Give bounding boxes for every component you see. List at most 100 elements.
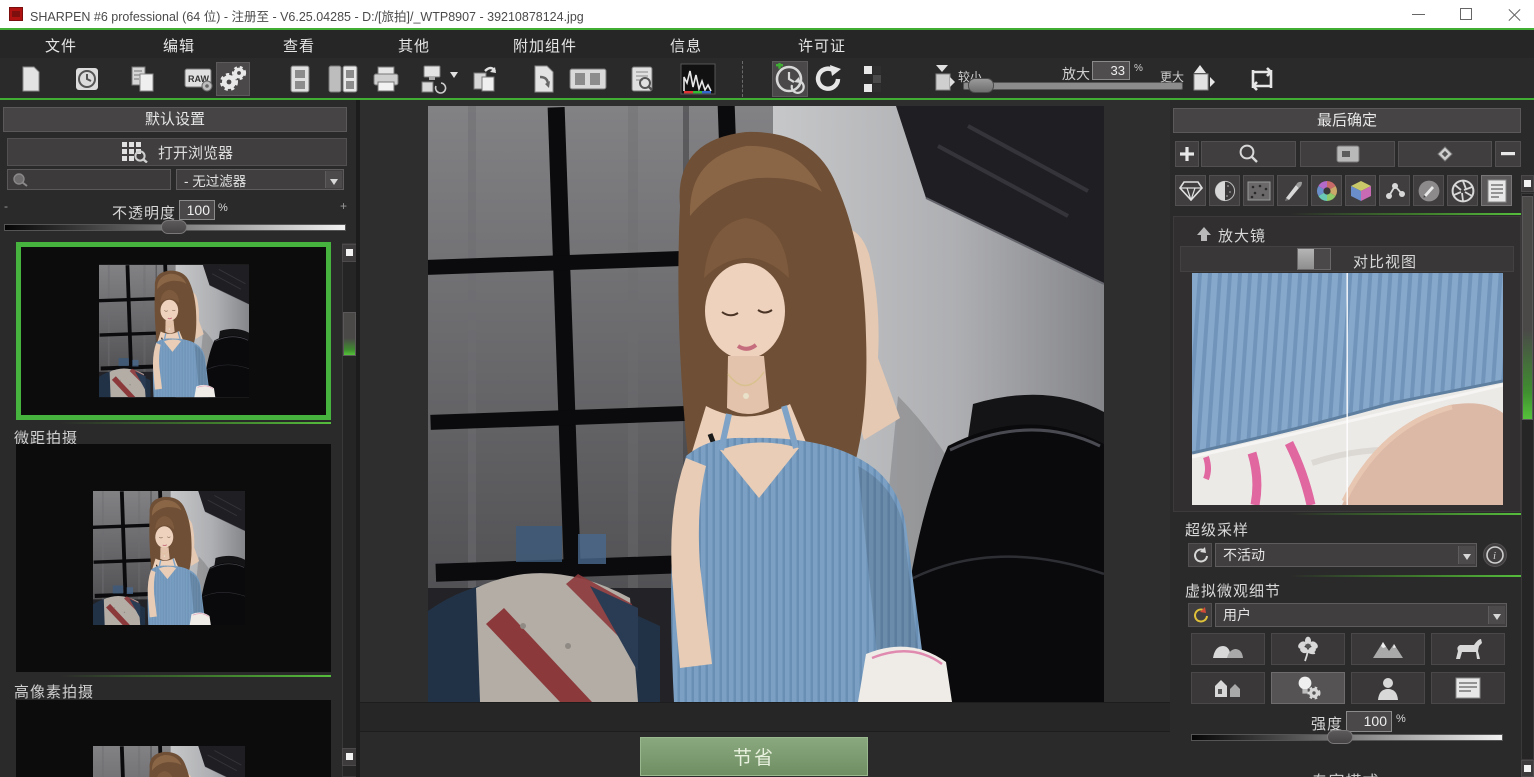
micro-preset-select[interactable]: 用户 (1215, 603, 1507, 627)
zoom-in-button[interactable] (1184, 62, 1218, 96)
main-photo[interactable] (428, 106, 1104, 702)
supersampling-info-button[interactable]: i (1483, 543, 1507, 567)
finalize-scroll-up-button[interactable] (1521, 175, 1534, 192)
compare-pixels-button[interactable] (856, 62, 890, 96)
rotate-image-button[interactable] (468, 62, 502, 96)
compare-view-button[interactable] (326, 62, 360, 96)
micro-type-portrait-button[interactable] (1351, 672, 1425, 704)
redo-icon (814, 64, 844, 94)
micro-preset-value: 用户 (1223, 607, 1251, 623)
presets-scroll-down-button[interactable] (342, 748, 357, 766)
menu-other[interactable]: 其他 (398, 35, 430, 56)
close-button[interactable] (1492, 0, 1534, 28)
supersampling-select[interactable]: 不活动 (1215, 543, 1477, 567)
strength-slider-thumb[interactable] (1327, 730, 1353, 744)
raw-develop-button[interactable]: RAW (182, 62, 216, 96)
loupe-preview-image[interactable] (1192, 273, 1503, 505)
color-wheel-button[interactable] (1311, 175, 1342, 206)
effect-settings-button[interactable] (216, 62, 250, 96)
micro-type-bulb-button[interactable] (1271, 672, 1345, 704)
variant-diamond-button[interactable] (1398, 141, 1492, 167)
filmstrip-button[interactable] (568, 62, 608, 96)
micro-type-flower-button[interactable] (1271, 633, 1345, 665)
presets-header[interactable]: 默认设置 (3, 107, 347, 132)
menu-info[interactable]: 信息 (670, 35, 702, 56)
color-cube-button[interactable] (1345, 175, 1376, 206)
open-browser-button[interactable]: 打开浏览器 (7, 138, 347, 166)
maximize-button[interactable] (1444, 0, 1490, 28)
micro-type-rocks-button[interactable] (1191, 633, 1265, 665)
menu-edit[interactable]: 编辑 (163, 35, 195, 56)
denoise-tool-button[interactable] (1243, 175, 1274, 206)
export-file-button[interactable] (528, 62, 562, 96)
filter-dropdown-arrow[interactable] (325, 171, 342, 188)
houses-icon (1213, 677, 1243, 699)
preset-search-input[interactable] (7, 169, 171, 190)
mask-pen-button[interactable] (1413, 175, 1444, 206)
presets-scroll-up-button[interactable] (342, 244, 357, 262)
preview-quality-icon (630, 65, 656, 93)
strength-value-field[interactable]: 100 (1346, 711, 1392, 732)
preset-thumbnail-image (93, 449, 245, 667)
fit-view-button[interactable] (1242, 62, 1282, 96)
gem-tool-button[interactable] (1175, 175, 1206, 206)
micro-type-document-button[interactable] (1431, 672, 1505, 704)
micro-type-mountain-button[interactable] (1351, 633, 1425, 665)
add-preset-button[interactable] (1175, 141, 1199, 167)
app-icon (9, 7, 23, 21)
collapse-arrow-icon[interactable] (1196, 226, 1212, 242)
preview-window-button[interactable] (1300, 141, 1395, 167)
aperture-icon (1451, 179, 1475, 203)
opacity-value-field[interactable]: 100 (179, 200, 215, 220)
micro-refresh-button[interactable] (1188, 603, 1212, 627)
copy-settings-button[interactable] (126, 62, 160, 96)
next-section-header-clipped[interactable]: 专家模式 (1170, 768, 1521, 777)
micro-details-title: 虚拟微观细节 (1185, 580, 1281, 601)
remove-preset-button[interactable] (1495, 141, 1521, 167)
micro-dropdown-arrow[interactable] (1488, 606, 1505, 624)
minus-icon (1501, 152, 1515, 156)
nodes-tool-button[interactable] (1379, 175, 1410, 206)
menu-file[interactable]: 文件 (45, 35, 77, 56)
preset-thumbnail-macro[interactable] (16, 444, 331, 672)
supersampling-refresh-button[interactable] (1188, 543, 1212, 567)
redo-button[interactable] (812, 62, 846, 96)
opacity-slider-thumb[interactable] (161, 220, 187, 234)
history-button[interactable] (70, 62, 104, 96)
single-view-button[interactable] (283, 62, 317, 96)
finalize-header[interactable]: 最后确定 (1173, 108, 1521, 133)
menu-license[interactable]: 许可证 (798, 35, 846, 56)
aperture-tool-button[interactable] (1447, 175, 1478, 206)
section-separator-line (1290, 213, 1521, 215)
preview-quality-button[interactable] (626, 62, 660, 96)
print-button[interactable] (369, 62, 403, 96)
export-device-button[interactable] (418, 62, 462, 96)
zoom-value-field[interactable]: 33 (1092, 61, 1130, 80)
menu-view[interactable]: 查看 (283, 35, 315, 56)
search-variant-button[interactable] (1201, 141, 1296, 167)
micro-type-horse-button[interactable] (1431, 633, 1505, 665)
finalize-scroll-thumb[interactable] (1522, 196, 1533, 420)
strength-percent: % (1396, 713, 1407, 725)
zoom-out-button[interactable] (926, 62, 960, 96)
compare-toggle[interactable] (1297, 248, 1331, 270)
auto-recalc-button[interactable] (772, 61, 808, 97)
new-image-button[interactable] (14, 62, 48, 96)
notes-tool-button[interactable] (1481, 175, 1512, 206)
brush-tool-button[interactable] (1277, 175, 1308, 206)
contrast-sphere-button[interactable] (1209, 175, 1240, 206)
finalize-scroll-down-button[interactable] (1521, 760, 1534, 777)
presets-scroll-thumb[interactable] (343, 312, 356, 356)
zoom-slider-thumb[interactable] (968, 78, 994, 93)
preset-thumbnail-hipixel[interactable] (16, 700, 331, 777)
save-button[interactable]: 节省 (640, 737, 868, 776)
color-cube-icon (1349, 179, 1373, 203)
histogram-button[interactable] (678, 62, 718, 96)
minimize-button[interactable] (1396, 0, 1442, 28)
preset-thumbnail-selected[interactable] (16, 242, 331, 420)
preset-filter-select[interactable]: - 无过滤器 (176, 169, 344, 190)
micro-type-houses-button[interactable] (1191, 672, 1265, 704)
supersampling-dropdown-arrow[interactable] (1458, 546, 1475, 564)
refresh-colored-icon (1191, 606, 1209, 624)
menu-addons[interactable]: 附加组件 (513, 35, 577, 56)
